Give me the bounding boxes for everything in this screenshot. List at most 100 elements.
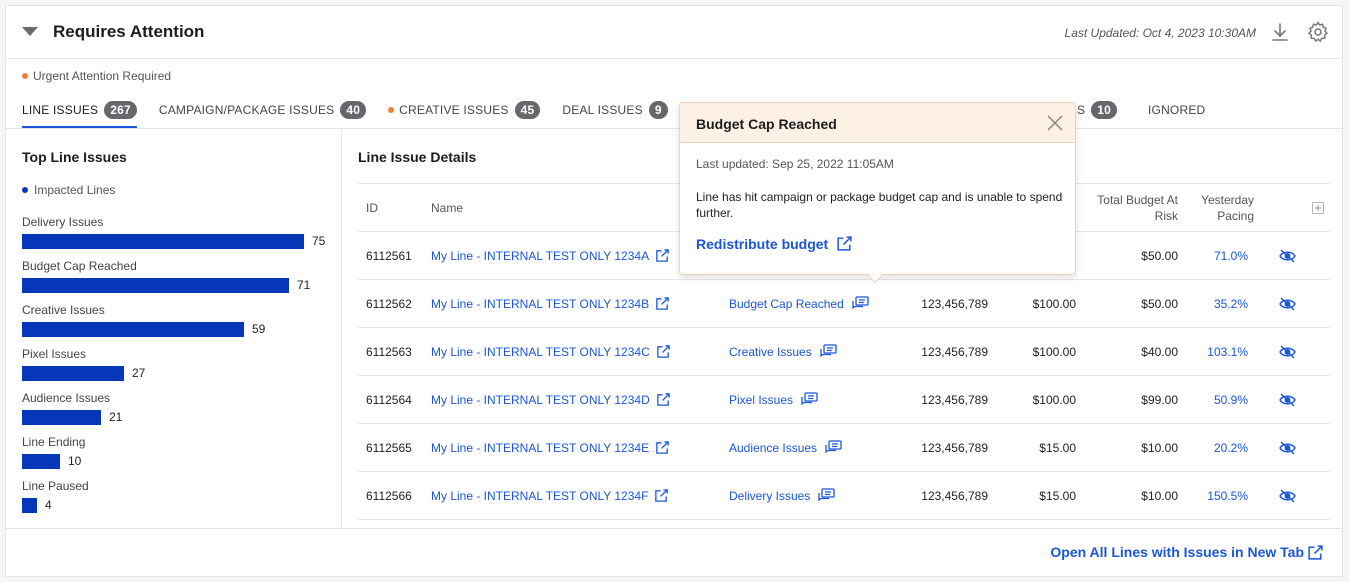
row-id: 6112565 <box>366 441 412 455</box>
tab-creative-issues[interactable]: CREATIVE ISSUES 45 <box>388 99 541 121</box>
tab-deal-issues[interactable]: DEAL ISSUES 9 <box>562 99 668 121</box>
line-name-link[interactable]: My Line - INTERNAL TEST ONLY 1234D <box>431 392 671 408</box>
line-name-link[interactable]: My Line - INTERNAL TEST ONLY 1234E <box>431 440 670 456</box>
popover-updated: Last updated: Sep 25, 2022 11:05AM <box>696 157 894 171</box>
bar-item: Line Ending 10 <box>22 433 332 477</box>
bar[interactable] <box>22 498 37 513</box>
pacing-value[interactable]: 20.2% <box>1188 440 1248 456</box>
tab-other-issues[interactable]: S 10 <box>1077 99 1117 121</box>
budget-value: $100.00 <box>1032 393 1076 407</box>
line-name-link[interactable]: My Line - INTERNAL TEST ONLY 1234A <box>431 248 670 264</box>
impressions-value: 123,456,789 <box>921 345 988 359</box>
table-row: 6112562 My Line - INTERNAL TEST ONLY 1234… <box>358 280 1330 328</box>
issue-details-chat-icon[interactable] <box>801 392 818 407</box>
pacing-value[interactable]: 71.0% <box>1188 248 1248 264</box>
tab-campaign-package-issues[interactable]: CAMPAIGN/PACKAGE ISSUES 40 <box>158 99 367 121</box>
download-icon[interactable] <box>1268 20 1292 44</box>
legend-dot-icon <box>22 187 28 193</box>
issue-details-chat-icon[interactable] <box>852 296 869 311</box>
external-link-icon[interactable] <box>656 392 671 407</box>
ignore-eye-slash-icon[interactable] <box>1279 441 1296 455</box>
issue-type-link[interactable]: Delivery Issues <box>729 488 836 504</box>
tab-line-issues[interactable]: LINE ISSUES 267 <box>22 99 137 128</box>
redistribute-budget-label: Redistribute budget <box>696 235 829 252</box>
pacing-value[interactable]: 103.1% <box>1188 344 1248 360</box>
external-link-icon <box>837 236 852 251</box>
line-name-link[interactable]: My Line - INTERNAL TEST ONLY 1234C <box>431 344 671 360</box>
bar[interactable] <box>22 410 101 425</box>
pacing-value[interactable]: 150.5% <box>1188 488 1248 504</box>
ignore-eye-slash-icon[interactable] <box>1279 345 1296 359</box>
ignore-toggle[interactable] <box>1279 393 1296 411</box>
popover-description: Line has hit campaign or package budget … <box>696 190 1063 220</box>
urgent-dot-icon <box>22 73 28 79</box>
issue-type-link[interactable]: Budget Cap Reached <box>729 296 869 312</box>
external-link-icon[interactable] <box>1307 544 1324 561</box>
pacing-value[interactable]: 35.2% <box>1188 296 1248 312</box>
table-row: 6112565 My Line - INTERNAL TEST ONLY 1234… <box>358 424 1330 472</box>
table-row: 6112564 My Line - INTERNAL TEST ONLY 1234… <box>358 376 1330 424</box>
tab-label: CAMPAIGN/PACKAGE ISSUES <box>158 103 335 117</box>
bar-value-label: 21 <box>109 410 123 424</box>
bar[interactable] <box>22 454 60 469</box>
line-name-link[interactable]: My Line - INTERNAL TEST ONLY 1234B <box>431 296 670 312</box>
bar-value-label: 59 <box>252 322 266 336</box>
ignore-eye-slash-icon[interactable] <box>1279 249 1296 263</box>
line-name: My Line - INTERNAL TEST ONLY 1234C <box>431 345 650 359</box>
open-all-lines-link[interactable]: Open All Lines with Issues in New Tab <box>1050 544 1304 560</box>
ignore-toggle[interactable] <box>1279 249 1296 267</box>
ignore-toggle[interactable] <box>1279 345 1296 363</box>
tab-ignored[interactable]: IGNORED <box>1148 99 1205 121</box>
line-name-link[interactable]: My Line - INTERNAL TEST ONLY 1234F <box>431 488 669 504</box>
tab-count-badge: 45 <box>514 101 541 119</box>
ignore-eye-slash-icon[interactable] <box>1279 297 1296 311</box>
panel-title: Line Issue Details <box>358 149 477 165</box>
external-link-icon[interactable] <box>655 248 670 263</box>
budget-cap-popover: Budget Cap Reached Last updated: Sep 25,… <box>679 102 1076 284</box>
tab-label: LINE ISSUES <box>22 103 99 117</box>
ignore-eye-slash-icon[interactable] <box>1279 489 1296 503</box>
top-line-issues-panel: Top Line Issues Impacted Lines Delivery … <box>6 128 342 528</box>
issue-type: Delivery Issues <box>729 489 811 503</box>
urgent-legend-label: Urgent Attention Required <box>33 69 172 83</box>
budget-at-risk-value: $50.00 <box>1141 297 1178 311</box>
issue-type: Creative Issues <box>729 345 812 359</box>
ignore-toggle[interactable] <box>1279 441 1296 459</box>
row-id: 6112564 <box>366 393 412 407</box>
bar-value-label: 27 <box>132 366 146 380</box>
ignore-toggle[interactable] <box>1279 297 1296 315</box>
impressions-value: 123,456,789 <box>921 489 988 503</box>
bar-label: Audience Issues <box>22 391 111 405</box>
external-link-icon[interactable] <box>655 296 670 311</box>
ignore-toggle[interactable] <box>1279 489 1296 507</box>
budget-at-risk-value: $10.00 <box>1141 489 1178 503</box>
bar[interactable] <box>22 366 124 381</box>
close-icon[interactable] <box>1045 113 1065 133</box>
ignore-eye-slash-icon[interactable] <box>1279 393 1296 407</box>
external-link-icon[interactable] <box>654 488 669 503</box>
issue-details-chat-icon[interactable] <box>818 488 836 503</box>
issue-type-link[interactable]: Audience Issues <box>729 440 842 456</box>
bar-label: Delivery Issues <box>22 215 104 229</box>
collapse-caret-icon[interactable] <box>22 27 38 36</box>
issue-details-chat-icon[interactable] <box>825 440 842 455</box>
bar[interactable] <box>22 322 244 337</box>
issue-type: Pixel Issues <box>729 393 794 407</box>
legend-label: Impacted Lines <box>34 183 116 197</box>
redistribute-budget-link[interactable]: Redistribute budget <box>696 235 853 252</box>
pacing-value[interactable]: 50.9% <box>1188 392 1248 408</box>
add-column-plus-icon[interactable] <box>1312 202 1324 214</box>
issue-type-link[interactable]: Pixel Issues <box>729 392 818 408</box>
popover-header: Budget Cap Reached <box>680 103 1075 143</box>
bar[interactable] <box>22 278 289 293</box>
row-id: 6112563 <box>366 345 412 359</box>
bar-value-label: 75 <box>312 234 326 248</box>
issue-details-chat-icon[interactable] <box>820 344 837 359</box>
external-link-icon[interactable] <box>655 440 670 455</box>
bar[interactable] <box>22 234 304 249</box>
settings-gear-icon[interactable] <box>1306 20 1330 44</box>
line-name: My Line - INTERNAL TEST ONLY 1234F <box>431 489 649 503</box>
external-link-icon[interactable] <box>656 344 671 359</box>
issue-type-link[interactable]: Creative Issues <box>729 344 837 360</box>
table-body: 6112561 My Line - INTERNAL TEST ONLY 1234… <box>358 232 1330 520</box>
